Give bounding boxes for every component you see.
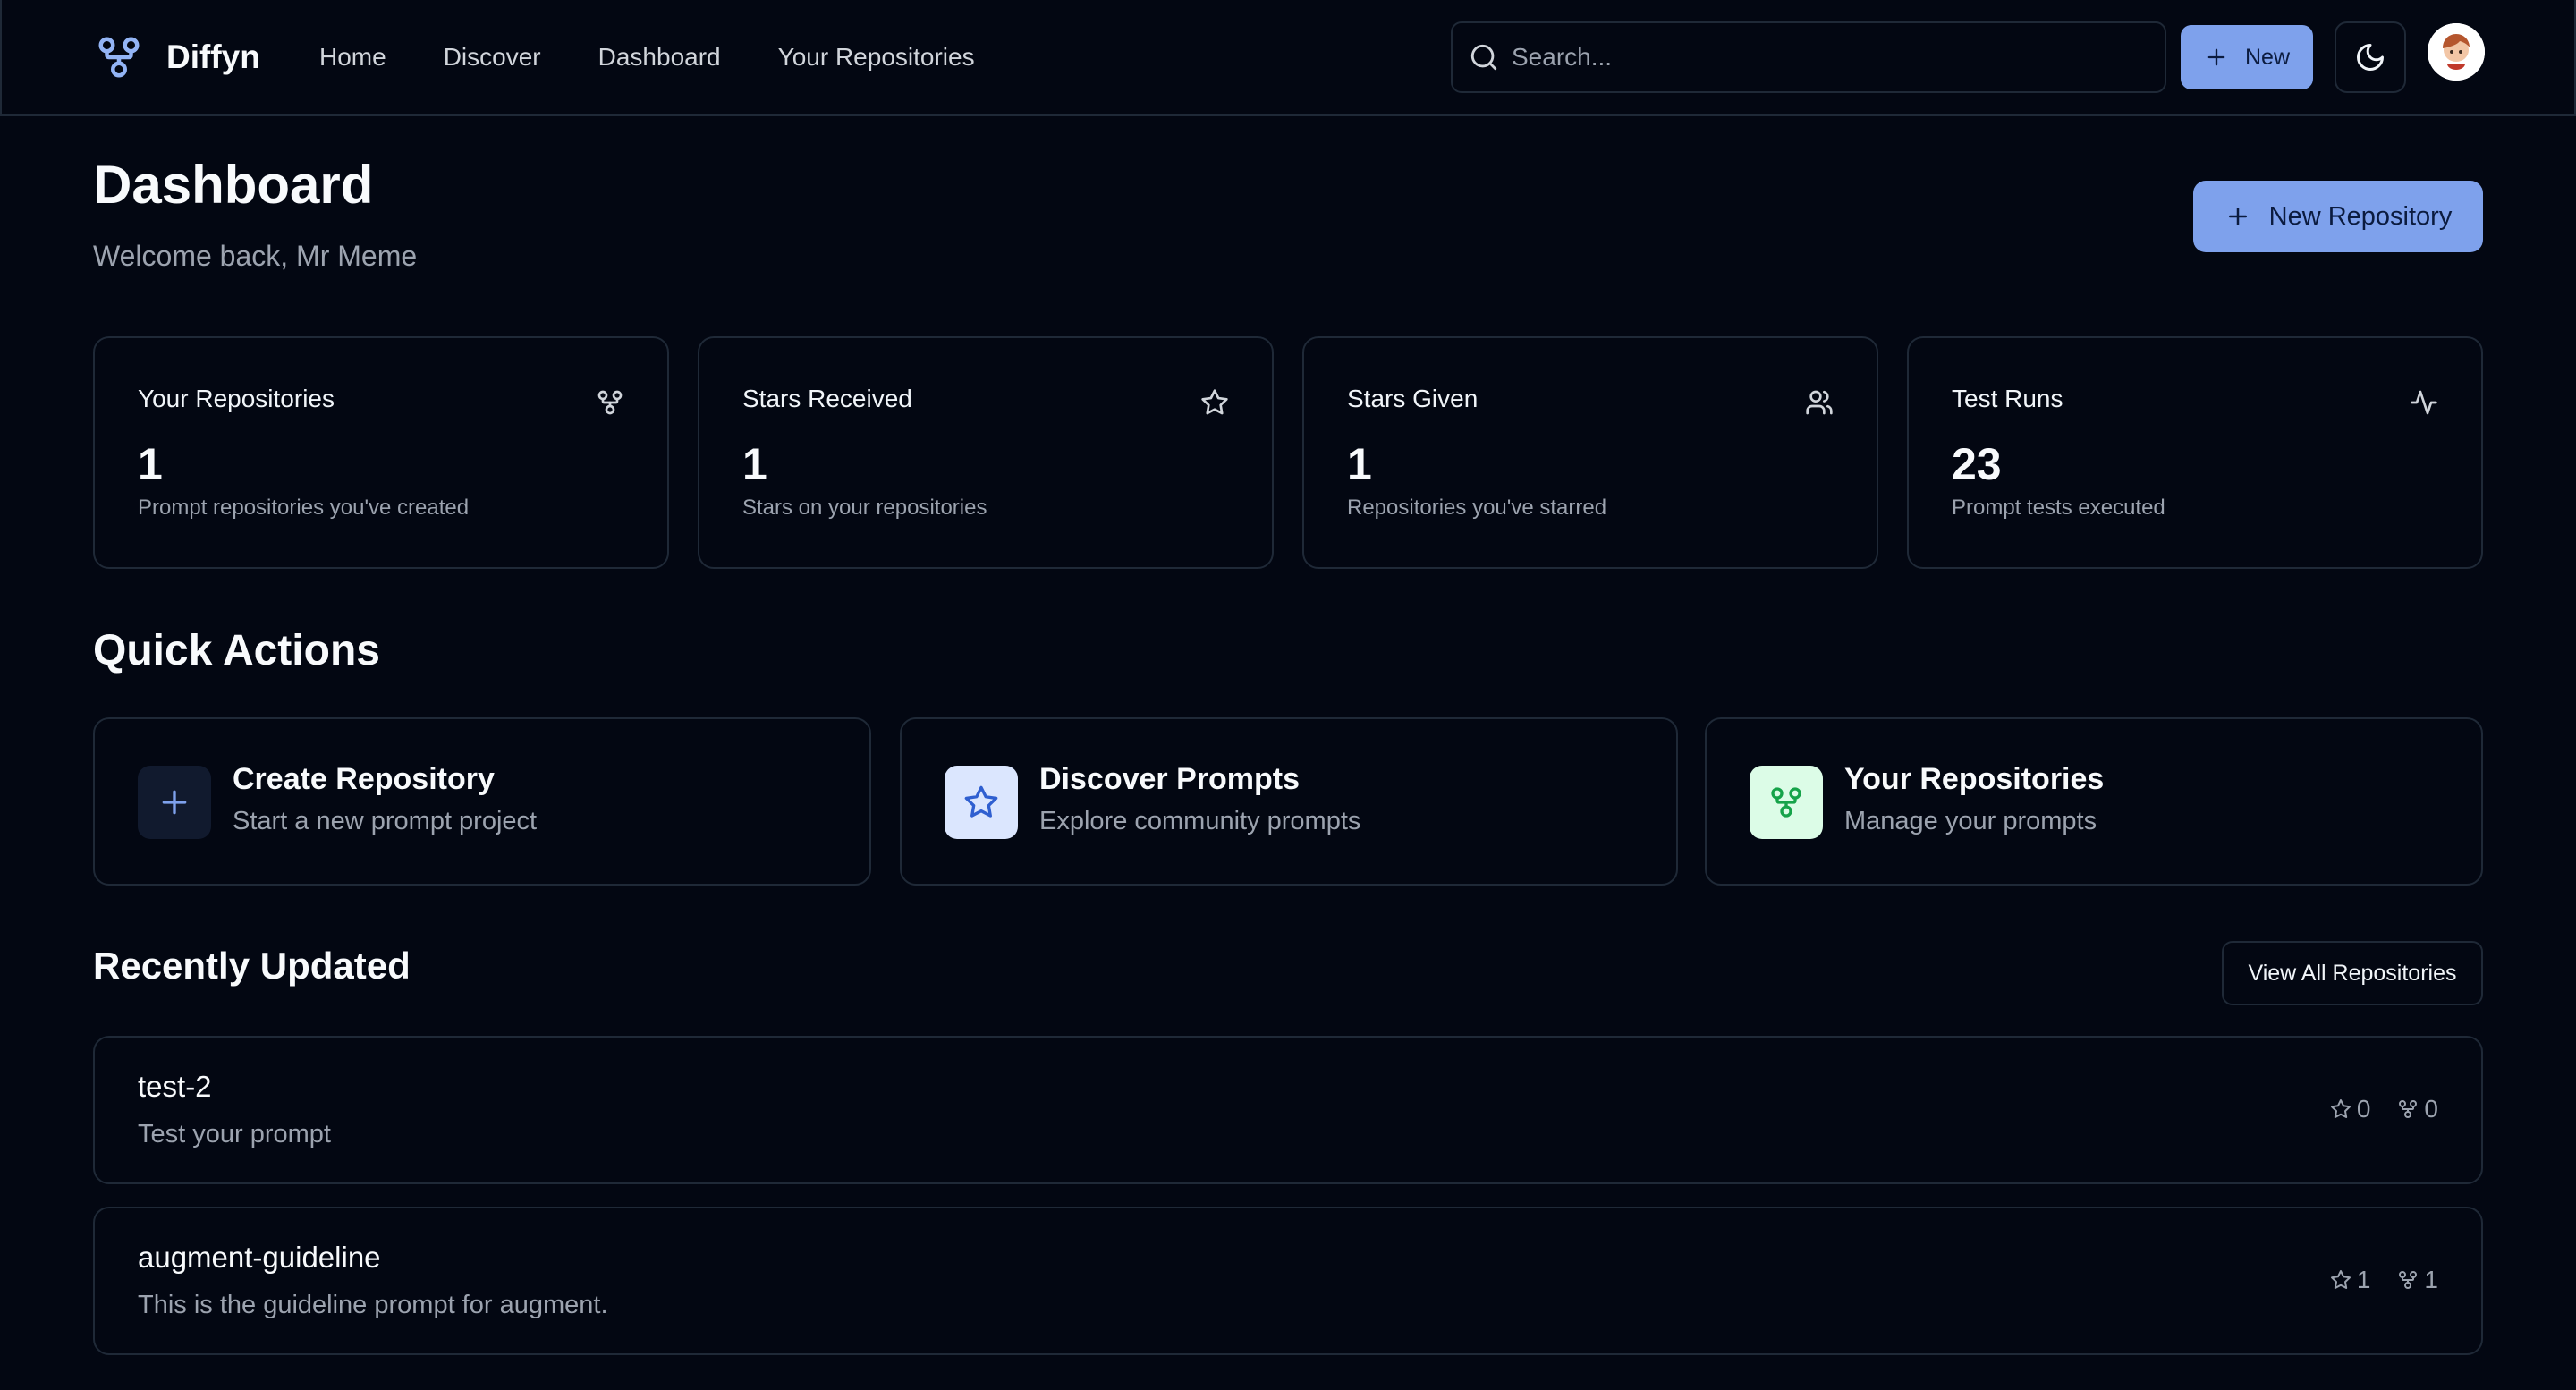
git-fork-icon	[2397, 1269, 2424, 1291]
stat-title: Your Repositories	[138, 385, 335, 412]
plus-icon	[2224, 203, 2269, 230]
stat-title: Stars Received	[742, 385, 912, 412]
users-icon	[1805, 388, 1834, 417]
search-box[interactable]	[1451, 21, 2166, 93]
stat-description: Repositories you've starred	[1347, 496, 1607, 520]
repo-star-count: 1	[2356, 1266, 2371, 1293]
git-fork-icon	[1750, 766, 1823, 839]
search-icon	[1469, 42, 1499, 72]
new-button[interactable]: New	[2181, 25, 2313, 89]
activity-icon	[2410, 388, 2438, 417]
recently-updated-title: Recently Updated	[93, 945, 411, 987]
stat-description: Prompt tests executed	[1952, 496, 2165, 520]
star-icon	[2330, 1269, 2357, 1291]
theme-toggle-button[interactable]	[2334, 21, 2406, 93]
git-fork-icon	[95, 33, 143, 81]
user-avatar[interactable]	[2428, 23, 2485, 81]
stat-value: 1	[742, 439, 767, 489]
stat-value: 23	[1952, 439, 2002, 489]
main-nav: Home Discover Dashboard Your Repositorie…	[319, 36, 1032, 79]
repo-description: Test your prompt	[138, 1120, 331, 1148]
git-fork-icon	[596, 388, 624, 417]
plus-icon	[2204, 45, 2245, 70]
quick-action-description: Explore community prompts	[1039, 807, 1361, 835]
repo-description: This is the guideline prompt for augment…	[138, 1291, 608, 1319]
brand[interactable]: Diffyn	[95, 32, 260, 82]
plus-icon	[138, 766, 211, 839]
moon-icon	[2354, 41, 2386, 73]
repo-forks: 0	[2397, 1095, 2438, 1123]
quick-action-title: Discover Prompts	[1039, 762, 1300, 796]
stat-description: Prompt repositories you've created	[138, 496, 470, 520]
star-icon	[945, 766, 1018, 839]
stat-value: 1	[138, 439, 163, 489]
nav-link-discover[interactable]: Discover	[444, 43, 541, 72]
quick-action-description: Manage your prompts	[1844, 807, 2097, 835]
nav-link-home[interactable]: Home	[319, 43, 386, 72]
nav-link-dashboard[interactable]: Dashboard	[598, 43, 721, 72]
top-navigation-bar: Diffyn Home Discover Dashboard Your Repo…	[0, 0, 2576, 116]
brand-name: Diffyn	[166, 38, 260, 75]
view-all-repositories-button[interactable]: View All Repositories	[2222, 941, 2483, 1005]
new-repository-button[interactable]: New Repository	[2193, 181, 2483, 252]
repo-fork-count: 1	[2424, 1266, 2438, 1293]
welcome-message: Welcome back, Mr Meme	[93, 240, 418, 272]
repo-meta: 0 0	[2303, 1095, 2438, 1123]
repo-meta: 1 1	[2303, 1266, 2438, 1294]
stat-card-stars-given: Stars Given 1 Repositories you've starre…	[1302, 336, 1878, 569]
stat-card-your-repositories: Your Repositories 1 Prompt repositories …	[93, 336, 669, 569]
repo-name[interactable]: augment-guideline	[138, 1241, 381, 1275]
repo-stars: 1	[2330, 1266, 2371, 1294]
star-icon	[2330, 1098, 2357, 1120]
repo-fork-count: 0	[2424, 1095, 2438, 1123]
search-input[interactable]	[1512, 43, 2138, 72]
repo-stars: 0	[2330, 1095, 2371, 1123]
star-icon	[1200, 388, 1229, 417]
git-fork-icon	[2397, 1098, 2424, 1120]
stat-description: Stars on your repositories	[742, 496, 987, 520]
repo-name[interactable]: test-2	[138, 1070, 212, 1104]
quick-action-discover-prompts[interactable]: Discover Prompts Explore community promp…	[900, 717, 1678, 886]
quick-action-title: Your Repositories	[1844, 762, 2105, 796]
quick-actions-title: Quick Actions	[93, 627, 380, 674]
stat-title: Stars Given	[1347, 385, 1479, 412]
stat-card-stars-received: Stars Received 1 Stars on your repositor…	[698, 336, 1274, 569]
stat-card-test-runs: Test Runs 23 Prompt tests executed	[1907, 336, 2483, 569]
new-button-label: New	[2244, 44, 2290, 70]
stat-value: 1	[1347, 439, 1372, 489]
new-repository-label: New Repository	[2268, 201, 2453, 231]
repo-star-count: 0	[2356, 1095, 2371, 1123]
stat-title: Test Runs	[1952, 385, 2063, 412]
quick-action-your-repositories[interactable]: Your Repositories Manage your prompts	[1705, 717, 2483, 886]
quick-action-title: Create Repository	[233, 762, 495, 796]
repo-card-augment-guideline[interactable]: augment-guideline This is the guideline …	[93, 1207, 2483, 1355]
repo-card-test-2[interactable]: test-2 Test your prompt 0 0	[93, 1036, 2483, 1184]
quick-action-create-repository[interactable]: Create Repository Start a new prompt pro…	[93, 717, 871, 886]
nav-link-your-repositories[interactable]: Your Repositories	[778, 43, 975, 72]
quick-action-description: Start a new prompt project	[233, 807, 538, 835]
page-title: Dashboard	[93, 155, 374, 215]
repo-forks: 1	[2397, 1266, 2438, 1294]
